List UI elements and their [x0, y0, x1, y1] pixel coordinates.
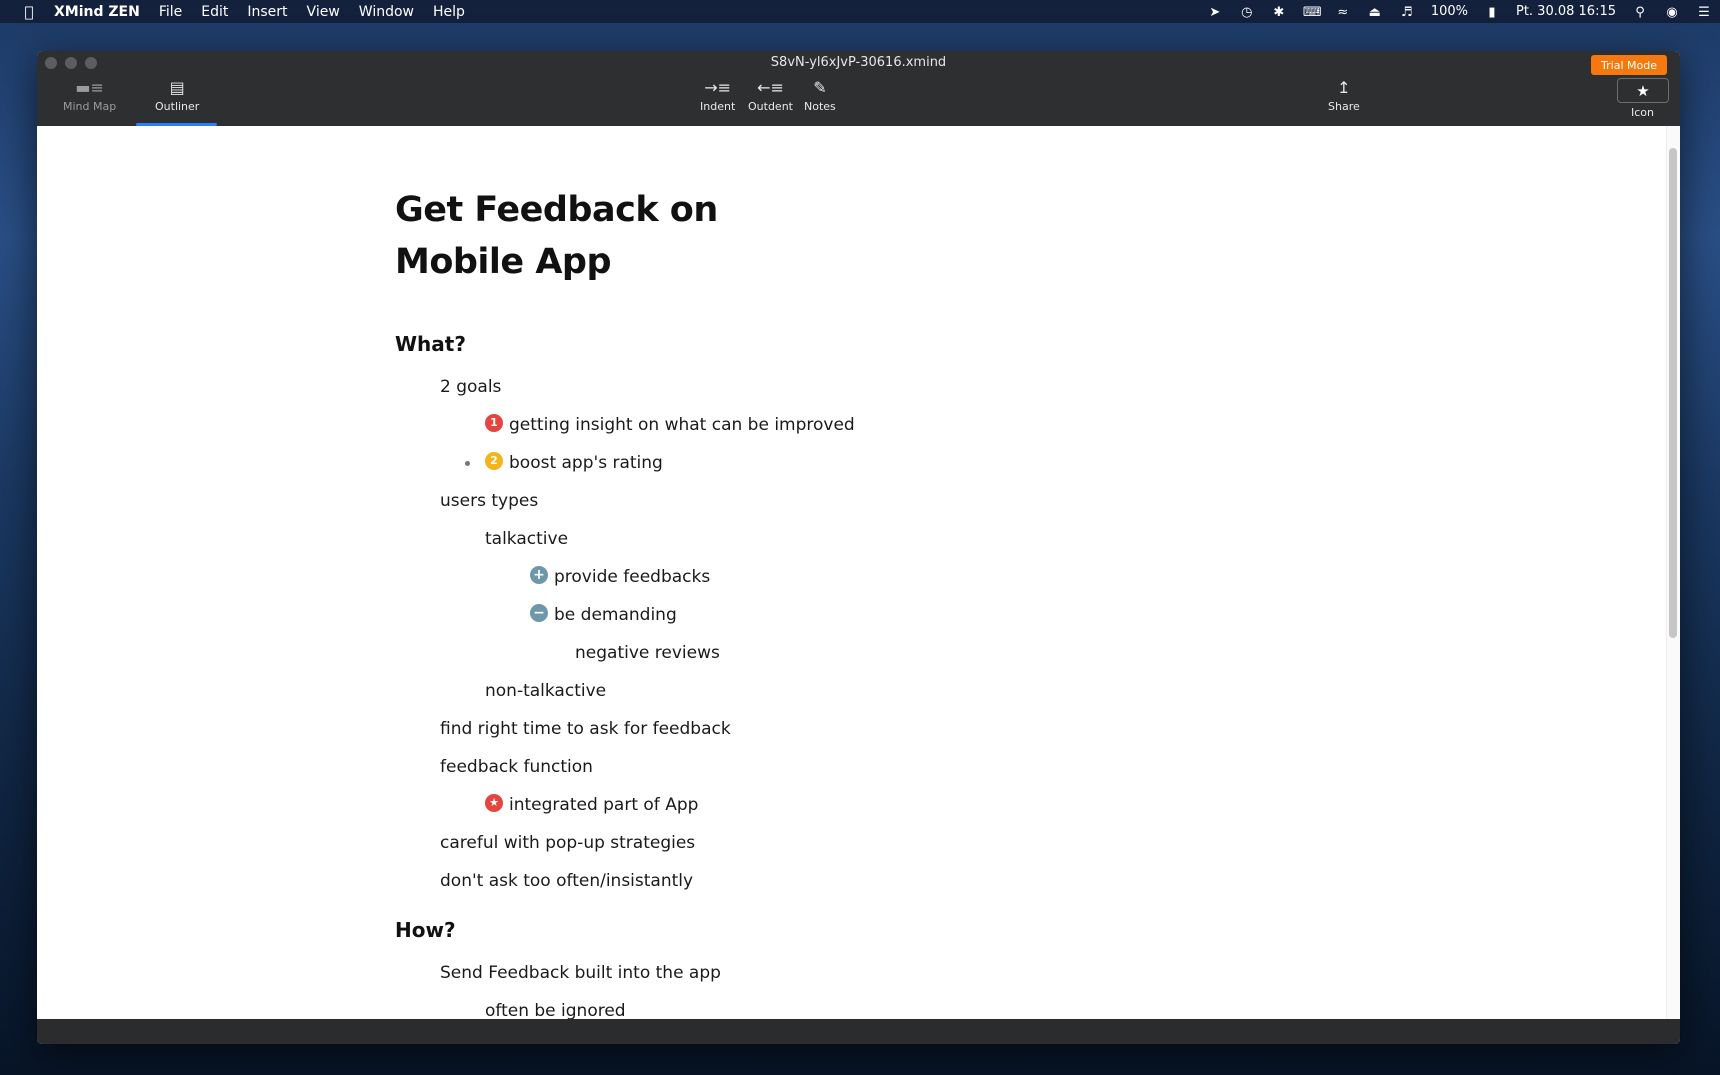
bullet-icon[interactable] [465, 461, 470, 466]
window-title: S8vN-yl6xJvP-30616.xmind [770, 55, 947, 70]
topic-how[interactable]: How? [395, 918, 855, 948]
vertical-scrollbar[interactable] [1666, 126, 1680, 1019]
notes-icon: ✎ [813, 78, 827, 97]
icon-label: Icon [1631, 106, 1654, 119]
battery-percent[interactable]: 100% [1431, 4, 1468, 19]
notification-center-icon[interactable]: ☰ [1696, 5, 1712, 20]
topic-send-feedback[interactable]: Send Feedback built into the app [395, 954, 855, 992]
menu-view[interactable]: View [307, 4, 340, 20]
minus-icon: − [530, 604, 548, 622]
indent-button[interactable]: →≡ Indent [700, 78, 735, 113]
eject-icon[interactable]: ⏏ [1367, 5, 1383, 20]
wifi-icon[interactable]: ≈ [1335, 5, 1351, 20]
star-icon: ★ [1636, 81, 1650, 100]
menu-window[interactable]: Window [359, 4, 414, 20]
macos-menu-bar:  XMind ZEN File Edit Insert View Window… [0, 0, 1720, 23]
topic-integrated-part[interactable]: ★ integrated part of App [395, 786, 855, 824]
topic-what[interactable]: What? [395, 332, 855, 362]
battery-icon[interactable]: ▮ [1484, 5, 1500, 20]
outdent-button[interactable]: ←≡ Outdent [748, 78, 793, 113]
topic-users-types[interactable]: users types [395, 482, 855, 520]
outdent-label: Outdent [748, 100, 793, 113]
share-label: Share [1328, 100, 1360, 113]
topic-getting-insight[interactable]: 1 getting insight on what can be improved [395, 406, 855, 444]
outliner-tab[interactable]: ▤ Outliner [155, 78, 199, 113]
outliner-label: Outliner [155, 100, 200, 113]
central-topic[interactable]: Get Feedback on Mobile App [395, 184, 735, 288]
topic-negative-reviews[interactable]: negative reviews [395, 634, 855, 672]
priority-1-icon: 1 [485, 414, 503, 432]
outline-document: Get Feedback on Mobile App What? 2 goals… [395, 184, 855, 1019]
topic-talkactive[interactable]: talkactive [395, 520, 855, 558]
topic-often-ignored[interactable]: often be ignored [395, 992, 855, 1019]
menu-help[interactable]: Help [433, 4, 465, 20]
notes-button[interactable]: ✎ Notes [804, 78, 836, 113]
menu-file[interactable]: File [159, 4, 182, 20]
topic-provide-feedbacks[interactable]: + provide feedbacks [395, 558, 855, 596]
mind-map-tab[interactable]: ▬≡ Mind Map [63, 78, 116, 113]
topic-2-goals[interactable]: 2 goals [395, 368, 855, 406]
notes-label: Notes [804, 100, 836, 113]
star-marker-icon: ★ [485, 794, 503, 812]
topic-find-right-time[interactable]: find right time to ask for feedback [395, 710, 855, 748]
menu-insert[interactable]: Insert [247, 4, 287, 20]
menu-edit[interactable]: Edit [201, 4, 228, 20]
plus-icon: + [530, 566, 548, 584]
trial-mode-button[interactable]: Trial Mode [1591, 55, 1667, 75]
mind-map-icon: ▬≡ [75, 78, 104, 97]
topic-non-talkactive[interactable]: non-talkactive [395, 672, 855, 710]
keyboard-icon[interactable]: ⌨ [1303, 5, 1322, 20]
outdent-icon: ←≡ [757, 78, 784, 97]
app-window: S8vN-yl6xJvP-30616.xmind Trial Mode ▬≡ M… [37, 51, 1680, 1044]
clock[interactable]: Pt. 30.08 16:15 [1516, 4, 1616, 19]
topic-dont-ask[interactable]: don't ask too often/insistantly [395, 862, 855, 900]
outliner-icon: ▤ [169, 78, 185, 97]
title-bar: S8vN-yl6xJvP-30616.xmind Trial Mode ▬≡ M… [37, 51, 1680, 126]
topic-be-demanding[interactable]: − be demanding [395, 596, 855, 634]
topic-boost-rating[interactable]: 2 boost app's rating [395, 444, 855, 482]
status-area: ➤ ◷ ✱ ⌨ ≈ ⏏ ♬ 100% ▮ Pt. 30.08 16:15 ⚲ ◉… [1199, 0, 1720, 23]
share-button[interactable]: ↥ Share [1328, 78, 1360, 113]
priority-2-icon: 2 [485, 452, 503, 470]
scrollbar-thumb[interactable] [1669, 148, 1677, 638]
volume-icon[interactable]: ♬ [1399, 5, 1415, 20]
siri-icon[interactable]: ◉ [1664, 5, 1680, 20]
spotlight-search-icon[interactable]: ⚲ [1632, 5, 1648, 20]
time-machine-icon[interactable]: ◷ [1239, 5, 1255, 20]
bluetooth-icon[interactable]: ✱ [1271, 5, 1287, 20]
topic-feedback-function[interactable]: feedback function [395, 748, 855, 786]
mind-map-label: Mind Map [63, 100, 117, 113]
icon-button[interactable]: ★ [1617, 78, 1669, 103]
apple-icon[interactable]:  [19, 3, 39, 21]
location-icon[interactable]: ➤ [1207, 5, 1223, 20]
app-menu[interactable]: XMind ZEN [54, 4, 140, 20]
indent-label: Indent [700, 100, 736, 113]
indent-icon: →≡ [704, 78, 732, 97]
share-icon: ↥ [1337, 78, 1351, 97]
outliner-canvas[interactable]: Get Feedback on Mobile App What? 2 goals… [37, 126, 1680, 1019]
topic-careful-popup[interactable]: careful with pop-up strategies [395, 824, 855, 862]
status-bar [37, 1019, 1680, 1044]
